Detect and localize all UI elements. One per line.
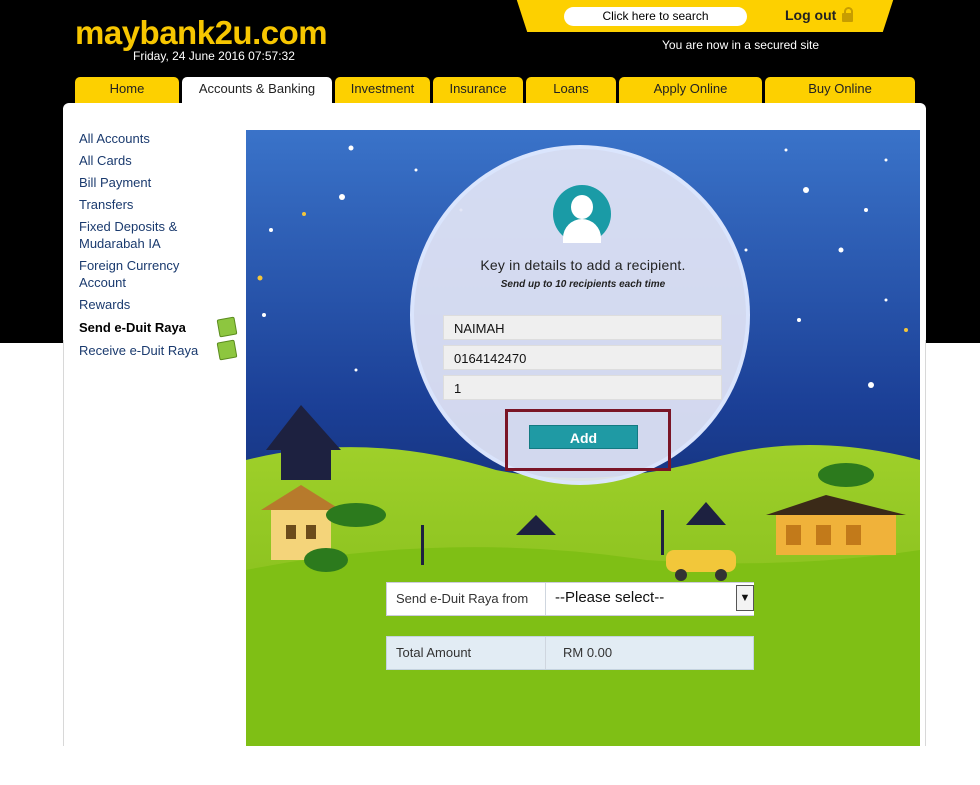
tab-loans[interactable]: Loans <box>526 77 616 103</box>
send-from-row: Send e-Duit Raya from --Please select-- … <box>386 582 754 616</box>
sidebar-item-rewards[interactable]: Rewards <box>79 296 239 313</box>
panel-border-right <box>925 340 926 746</box>
sidebar-item-transfers[interactable]: Transfers <box>79 196 239 213</box>
logout-button[interactable]: Log out <box>785 7 854 23</box>
recipient-phone-input[interactable]: 0164142470 <box>443 345 722 370</box>
add-recipient-button[interactable]: Add <box>529 425 638 449</box>
form-subheading: Send up to 10 recipients each time <box>500 279 666 290</box>
current-datetime: Friday, 24 June 2016 07:57:32 <box>133 49 295 63</box>
sidebar-nav: All Accounts All Cards Bill Payment Tran… <box>79 130 239 364</box>
send-from-selected: --Please select-- <box>555 589 665 606</box>
tab-home[interactable]: Home <box>75 77 179 103</box>
sidebar-item-all-accounts[interactable]: All Accounts <box>79 130 239 147</box>
send-from-label: Send e-Duit Raya from <box>396 591 529 606</box>
recipient-name-input[interactable]: NAIMAH <box>443 315 722 340</box>
secured-site-notice: You are now in a secured site <box>662 38 819 52</box>
sidebar-item-fixed-deposits[interactable]: Fixed Deposits & Mudarabah IA <box>79 218 239 252</box>
logout-label: Log out <box>785 7 837 23</box>
total-amount-value: RM 0.00 <box>563 645 613 660</box>
recipient-amount-input[interactable]: 1 <box>443 375 722 400</box>
form-heading: Key in details to add a recipient. <box>480 257 686 273</box>
chevron-down-icon[interactable]: ▼ <box>736 585 754 611</box>
row-divider <box>545 637 546 669</box>
send-from-select[interactable]: --Please select-- ▼ <box>547 583 754 615</box>
tab-insurance[interactable]: Insurance <box>433 77 523 103</box>
sidebar-item-foreign-currency[interactable]: Foreign Currency Account <box>79 257 239 291</box>
panel-border-left <box>63 340 64 746</box>
user-avatar-icon <box>553 185 611 243</box>
tab-apply-online[interactable]: Apply Online <box>619 77 762 103</box>
tab-buy-online[interactable]: Buy Online <box>765 77 915 103</box>
maybank-logo[interactable]: maybank2u.com <box>75 14 328 52</box>
row-divider <box>545 583 546 615</box>
total-amount-row: Total Amount RM 0.00 <box>386 636 754 670</box>
sidebar-item-all-cards[interactable]: All Cards <box>79 152 239 169</box>
sidebar-item-bill-payment[interactable]: Bill Payment <box>79 174 239 191</box>
money-icon <box>216 339 238 361</box>
sidebar-item-send-eduit-raya[interactable]: Send e-Duit Raya <box>79 316 239 338</box>
search-input[interactable]: Click here to search <box>564 7 747 26</box>
sidebar-item-receive-eduit-raya[interactable]: Receive e-Duit Raya <box>79 339 239 361</box>
tab-investment[interactable]: Investment <box>335 77 430 103</box>
total-amount-label: Total Amount <box>396 645 472 660</box>
tab-accounts-banking[interactable]: Accounts & Banking <box>182 77 332 105</box>
lock-icon <box>842 7 854 22</box>
money-icon <box>216 316 238 338</box>
